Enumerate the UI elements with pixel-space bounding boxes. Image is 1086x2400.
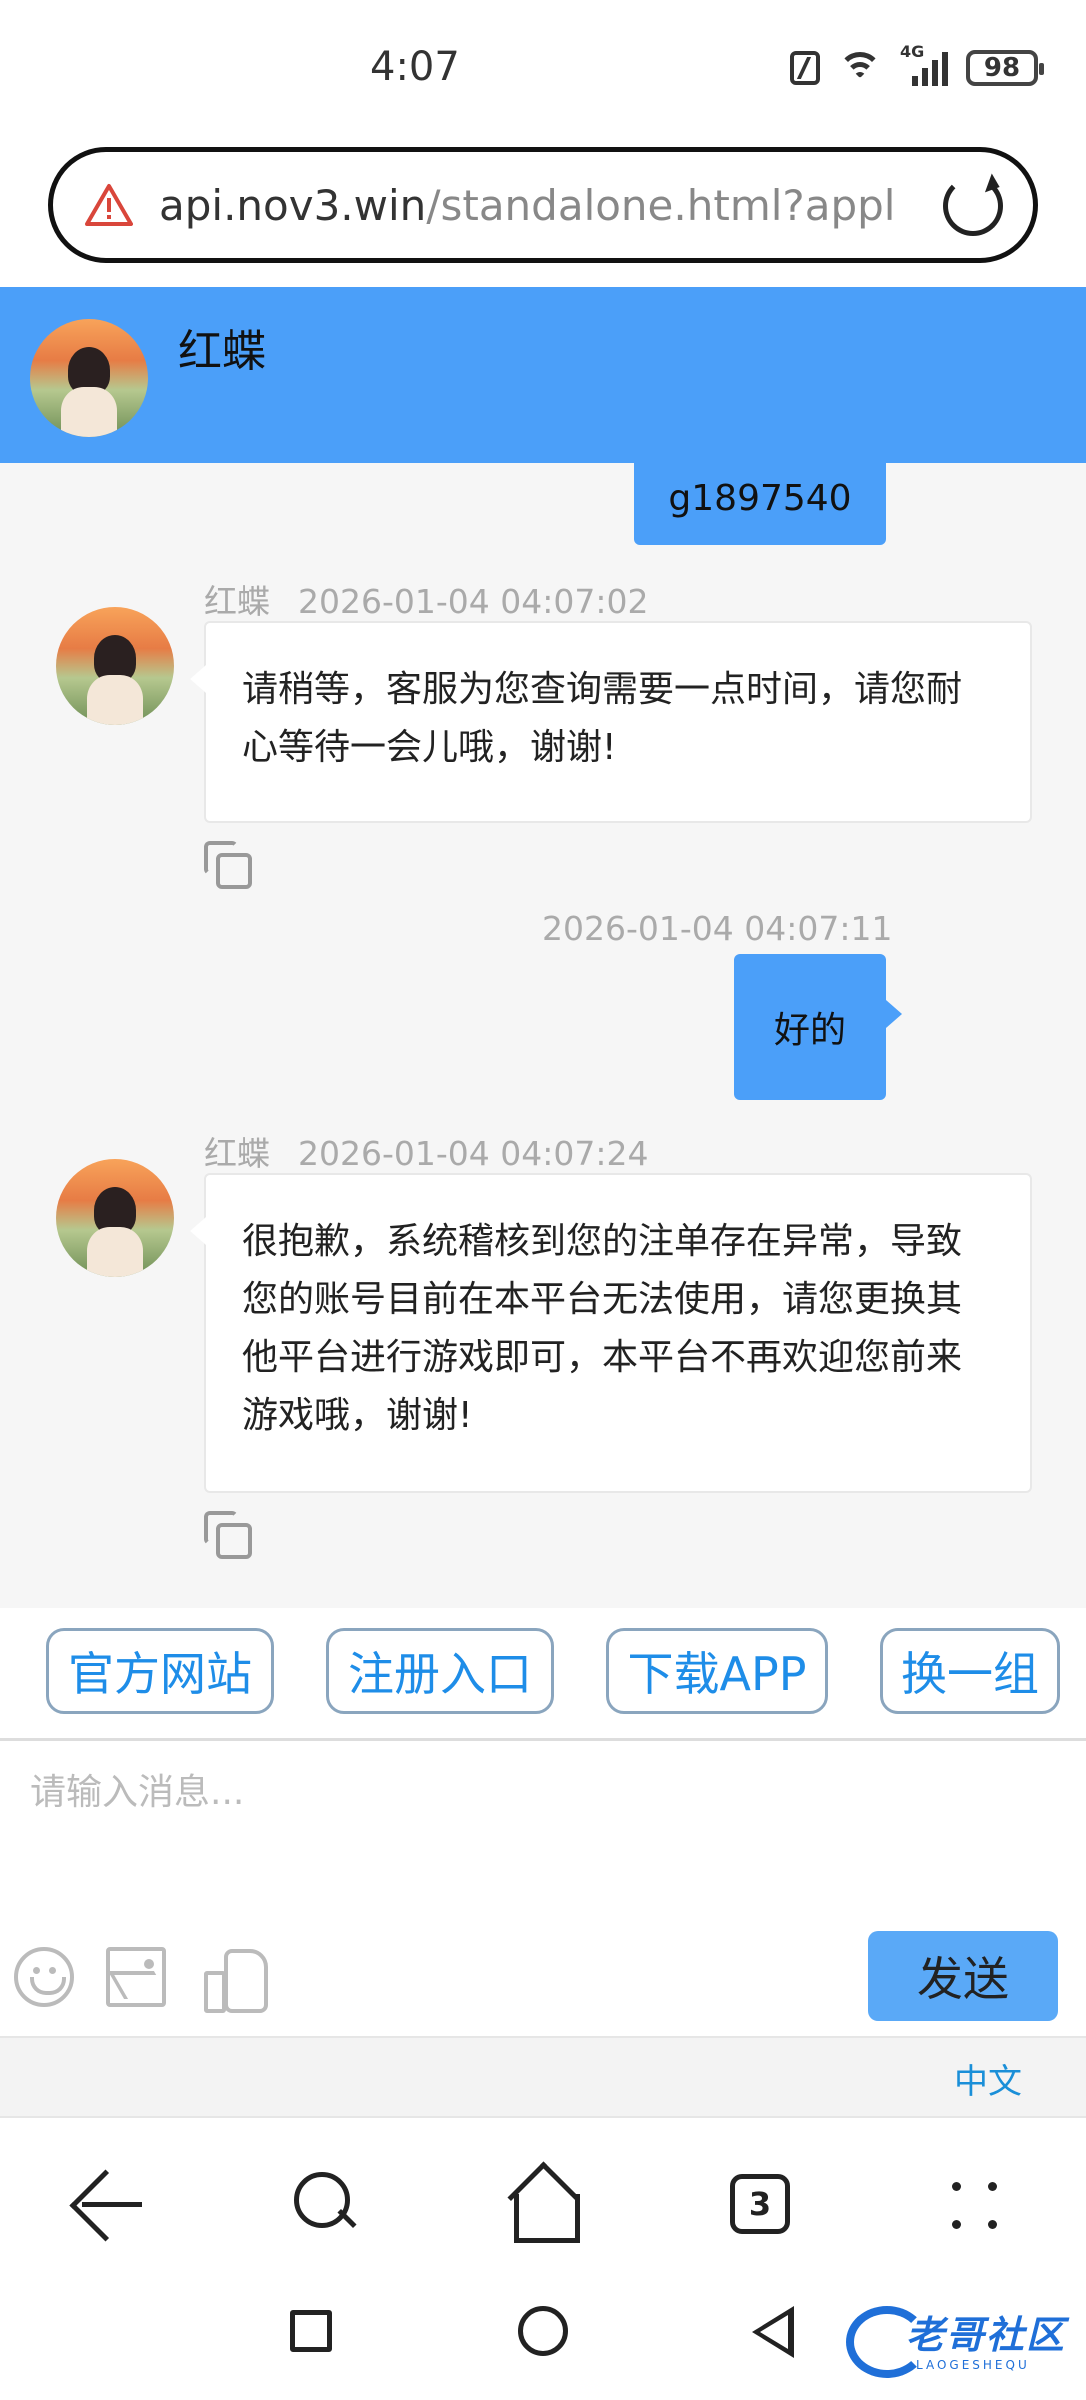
search-icon[interactable] — [284, 2166, 364, 2246]
system-back-icon[interactable] — [752, 2306, 794, 2358]
incoming-message: 请稍等，客服为您查询需要一点时间，请您耐心等待一会儿哦，谢谢! — [190, 621, 1032, 823]
nfc-icon — [790, 51, 820, 85]
message-meta: 红蝶 2026-01-04 04:07:02 — [204, 575, 648, 623]
url-path: /standalone.html?appl — [426, 180, 896, 230]
language-bar: 中文 — [0, 2036, 1086, 2118]
quick-button-register[interactable]: 注册入口 — [326, 1628, 554, 1714]
language-switch[interactable]: 中文 — [954, 2054, 1022, 2103]
url-host: api.nov3.win — [159, 180, 427, 230]
message-sender: 红蝶 — [204, 582, 270, 621]
message-sender: 红蝶 — [204, 1134, 270, 1173]
status-time: 4:07 — [370, 44, 460, 90]
message-timestamp: 2026-01-04 04:07:02 — [298, 582, 649, 621]
outgoing-message: 好的 — [734, 954, 902, 1100]
back-icon[interactable] — [72, 2166, 152, 2246]
home-circle-icon[interactable] — [518, 2306, 568, 2356]
tab-count: 3 — [748, 2185, 772, 2223]
image-icon[interactable] — [106, 1947, 166, 2007]
emoji-icon[interactable] — [14, 1947, 74, 2007]
copy-icon[interactable] — [204, 841, 252, 889]
network-type-label: 4G — [900, 42, 925, 61]
menu-icon[interactable] — [944, 2166, 1024, 2246]
battery-level: 98 — [983, 53, 1021, 83]
status-bar: 4:07 4G 98 — [0, 0, 1086, 140]
status-icons: 4G 98 — [790, 42, 1044, 86]
incoming-message: 很抱歉，系统稽核到您的注单存在异常，导致您的账号目前在本平台无法使用，请您更换其… — [190, 1173, 1032, 1493]
watermark-text: 老哥社区 — [906, 2313, 1067, 2357]
message-input[interactable] — [0, 1741, 1086, 1911]
like-icon[interactable] — [204, 1947, 268, 2013]
browser-toolbar: 3 — [0, 2118, 1086, 2288]
wifi-icon — [838, 50, 882, 86]
tabs-icon[interactable]: 3 — [730, 2174, 790, 2234]
watermark-subtext: LAOGESHEQU — [916, 2358, 1030, 2372]
reload-icon[interactable] — [943, 176, 1003, 236]
quick-button-refresh-group[interactable]: 换一组 — [880, 1628, 1060, 1714]
quick-button-download-app[interactable]: 下载APP — [606, 1628, 828, 1714]
quick-button-official-site[interactable]: 官方网站 — [46, 1628, 274, 1714]
message-text: g1897540 — [668, 478, 852, 519]
copy-icon[interactable] — [204, 1511, 252, 1559]
message-meta: 红蝶 2026-01-04 04:07:24 — [204, 1127, 648, 1175]
agent-avatar — [30, 319, 148, 437]
home-icon[interactable] — [504, 2166, 584, 2246]
system-navigation-bar: 老哥社区 LAOGESHEQU — [0, 2288, 1086, 2400]
recent-apps-icon[interactable] — [290, 2310, 332, 2352]
watermark-logo: 老哥社区 LAOGESHEQU — [846, 2300, 1076, 2386]
chat-messages[interactable]: g1897540 红蝶 2026-01-04 04:07:02 请稍等，客服为您查… — [0, 463, 1086, 1608]
agent-avatar — [56, 1159, 174, 1277]
message-timestamp: 2026-01-04 04:07:11 — [542, 909, 893, 948]
agent-name: 红蝶 — [178, 326, 266, 377]
message-text: 请稍等，客服为您查询需要一点时间，请您耐心等待一会儿哦，谢谢! — [242, 669, 963, 768]
message-timestamp: 2026-01-04 04:07:24 — [298, 1134, 649, 1173]
composer: 发送 — [0, 1738, 1086, 2036]
send-button[interactable]: 发送 — [868, 1931, 1058, 2021]
chat-header: 红蝶 — [0, 287, 1086, 463]
battery-icon: 98 — [966, 50, 1044, 86]
message-text: 好的 — [773, 1010, 846, 1051]
signal-icon: 4G — [900, 42, 948, 86]
quick-reply-bar: 官方网站 注册入口 下载APP 换一组 — [0, 1608, 1086, 1738]
message-text: 很抱歉，系统稽核到您的注单存在异常，导致您的账号目前在本平台无法使用，请您更换其… — [242, 1221, 963, 1436]
outgoing-message: g1897540 — [634, 463, 886, 545]
url-text[interactable]: api.nov3.win/standalone.html?appl — [159, 181, 899, 230]
agent-avatar — [56, 607, 174, 725]
address-bar[interactable]: api.nov3.win/standalone.html?appl — [48, 147, 1038, 263]
warning-icon[interactable] — [85, 183, 133, 227]
